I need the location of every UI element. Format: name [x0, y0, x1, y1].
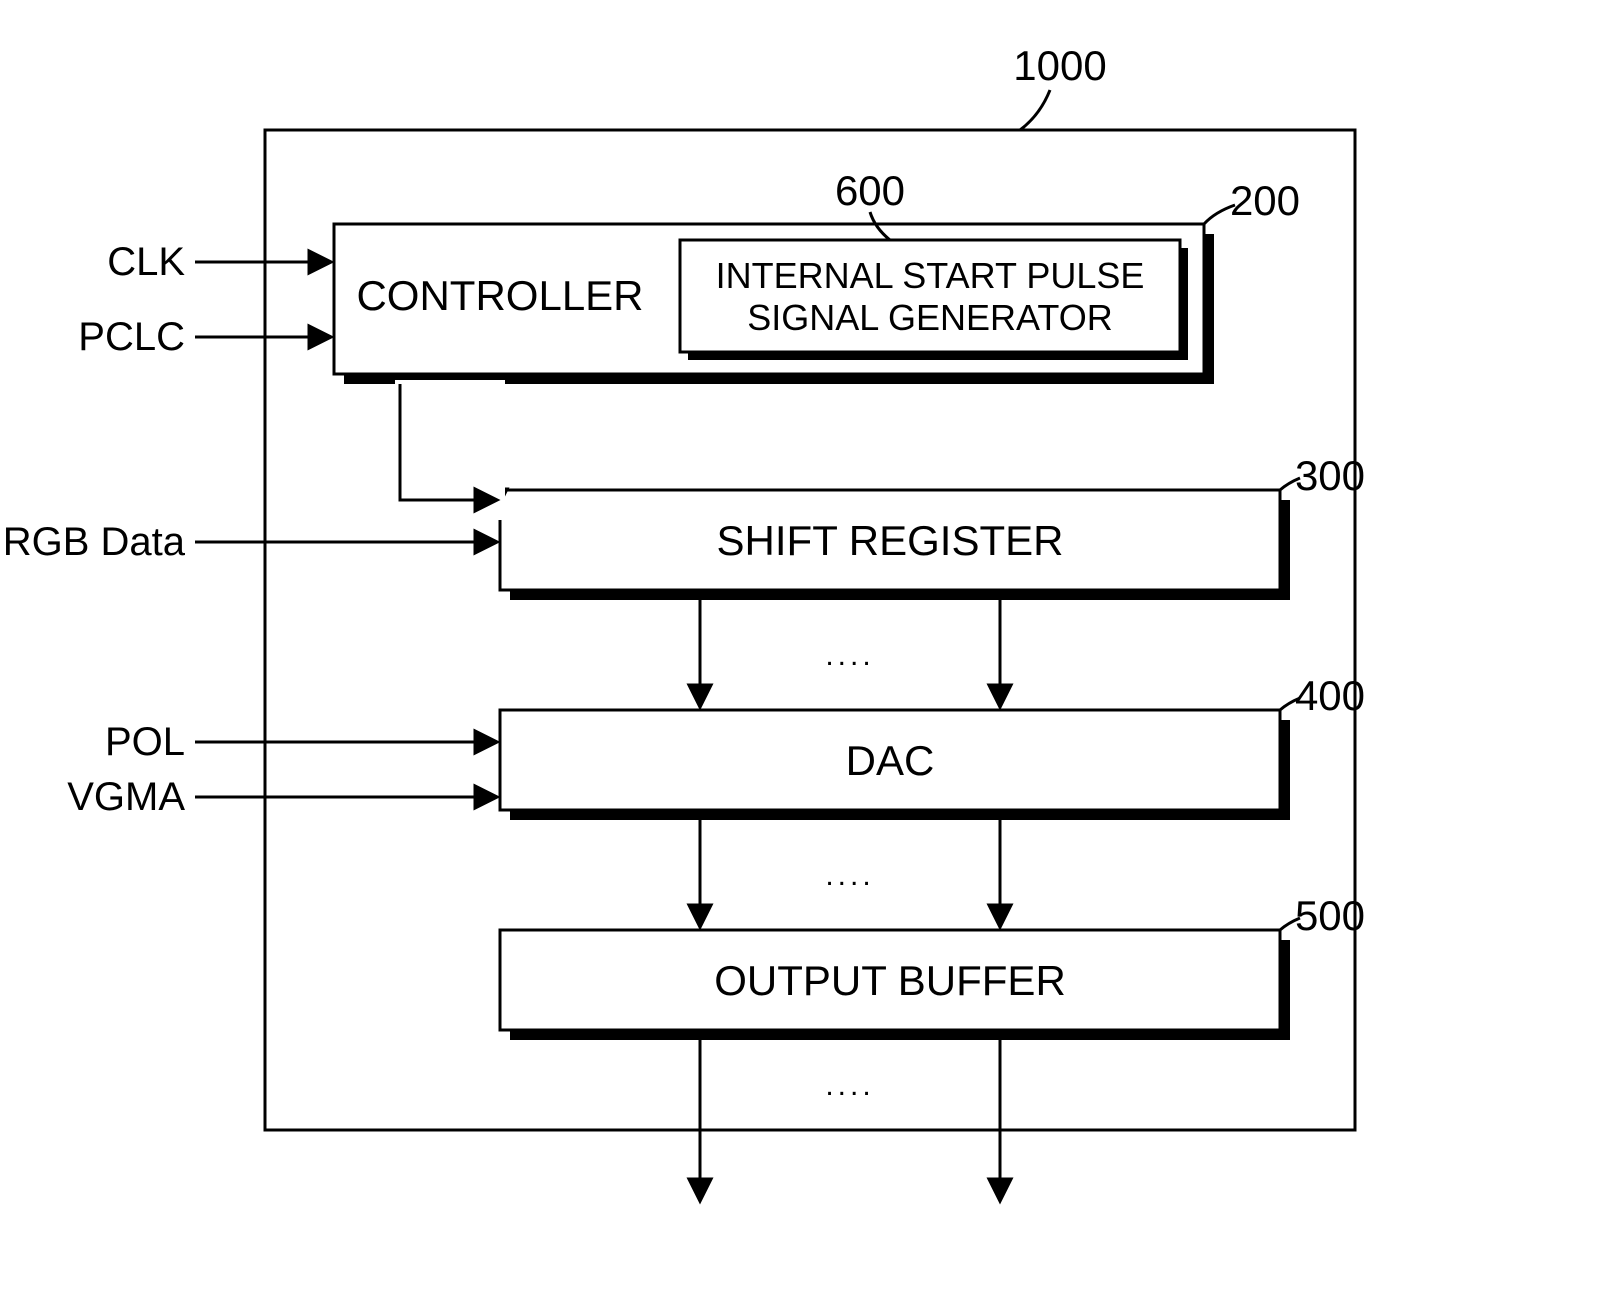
- dots-dac-ob: ....: [825, 859, 874, 892]
- dac-label: DAC: [846, 737, 935, 784]
- ispg-ref: 600: [835, 167, 905, 214]
- outer-ref: 1000: [1013, 42, 1106, 89]
- dac-ref: 400: [1295, 672, 1365, 719]
- input-pclc-label: PCLC: [78, 315, 185, 359]
- controller-ref: 200: [1230, 177, 1300, 224]
- dots-out: ....: [825, 1069, 874, 1102]
- input-pol-label: POL: [105, 720, 185, 764]
- ispg-label-1: INTERNAL START PULSE: [716, 255, 1145, 296]
- outbuf-ref: 500: [1295, 892, 1365, 939]
- input-vgma-label: VGMA: [67, 775, 185, 819]
- input-rgb-label: RGB Data: [3, 520, 186, 564]
- block-diagram: 1000 CONTROLLER INTERNAL START PULSE SIG…: [0, 0, 1620, 1294]
- ispg-label-2: SIGNAL GENERATOR: [747, 297, 1112, 338]
- shiftreg-ref: 300: [1295, 452, 1365, 499]
- controller-label: CONTROLLER: [356, 272, 643, 319]
- shiftreg-label: SHIFT REGISTER: [717, 517, 1064, 564]
- leader-1000: [1020, 90, 1050, 130]
- outbuf-label: OUTPUT BUFFER: [714, 957, 1066, 1004]
- input-clk-label: CLK: [107, 240, 185, 284]
- dots-sr-dac: ....: [825, 639, 874, 672]
